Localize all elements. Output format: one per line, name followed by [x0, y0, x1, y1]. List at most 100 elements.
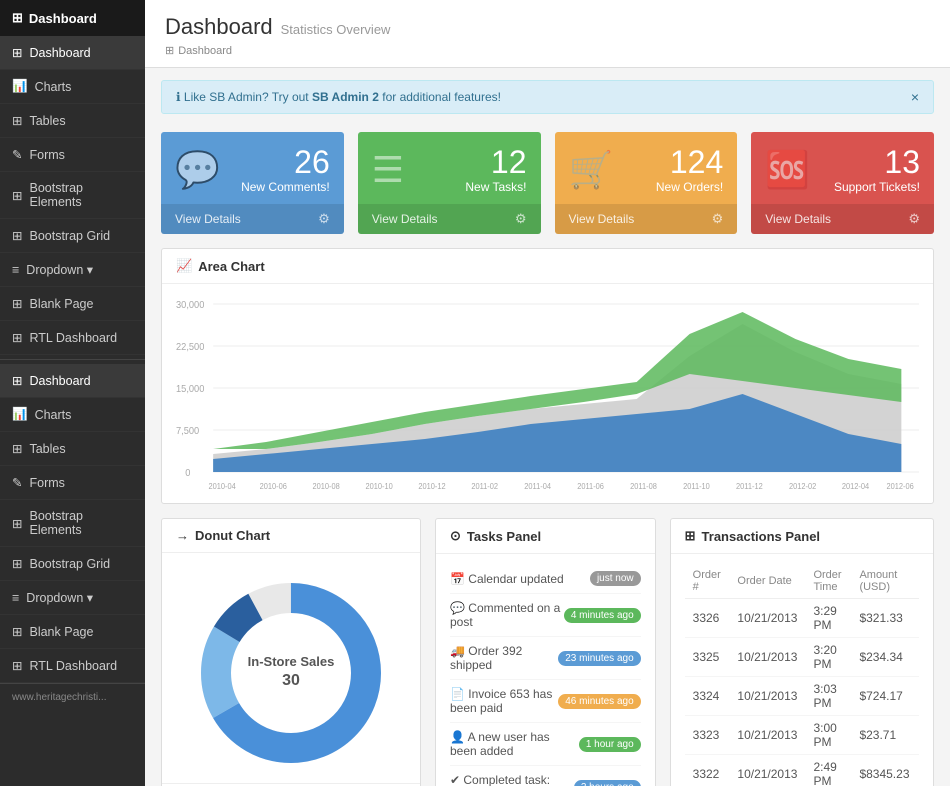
sidebar-item-tables[interactable]: ⊞Tables: [0, 104, 145, 138]
task-text-1: 💬 Commented on a post: [450, 601, 564, 629]
stat-card-bottom-3: View Details ⚙: [751, 204, 934, 234]
transactions-table-head: Order #Order DateOrder TimeAmount (USD): [685, 564, 919, 599]
stat-link-2[interactable]: View Details: [569, 212, 635, 226]
trans-cell-0-3: $321.33: [851, 599, 919, 638]
stat-gear-0[interactable]: ⚙: [318, 211, 330, 227]
stat-gear-1[interactable]: ⚙: [515, 211, 527, 227]
nav-label-b: Blank Page: [29, 625, 93, 639]
task-item-1: 💬 Commented on a post 4 minutes ago: [450, 594, 641, 637]
donut-chart-header: → Donut Chart: [162, 519, 420, 553]
stat-info-2: 124 New Orders!: [656, 146, 723, 194]
nav-icon: ≡: [12, 263, 19, 277]
transactions-icon: ⊞: [685, 528, 696, 544]
task-badge-2: 23 minutes ago: [558, 651, 640, 666]
area-chart-body: 30,000 22,500 15,000 7,500 0 2010-04 201…: [162, 284, 933, 503]
stats-row: 💬 26 New Comments! View Details ⚙ ☰ 12 N…: [145, 122, 950, 248]
sidebar-bottom-item-bootstrap-grid[interactable]: ⊞ Bootstrap Grid: [0, 547, 145, 581]
sidebar-footer: www.heritagechristi...: [0, 683, 145, 711]
task-badge-5: 2 hours ago: [574, 780, 641, 786]
alert-link[interactable]: SB Admin 2: [312, 90, 379, 104]
nav-icon-b: ⊞: [12, 658, 22, 673]
donut-svg: In-Store Sales 30: [191, 573, 391, 773]
sidebar-bottom-item-forms[interactable]: ✎Forms: [0, 466, 145, 500]
stat-number-0: 26: [241, 146, 330, 178]
stat-gear-3[interactable]: ⚙: [908, 211, 920, 227]
task-text-3: 📄 Invoice 653 has been paid: [450, 687, 558, 715]
sidebar-item-bootstrap-elements[interactable]: ⊞Bootstrap Elements: [0, 172, 145, 219]
sidebar-item-charts[interactable]: 📊Charts: [0, 70, 145, 104]
donut-chart-body: In-Store Sales 30: [162, 553, 420, 783]
sidebar-item-dashboard[interactable]: ⊞Dashboard: [0, 36, 145, 70]
stat-label-1: New Tasks!: [465, 180, 526, 194]
alert-text: ℹ Like SB Admin? Try out SB Admin 2 for …: [176, 90, 501, 104]
nav-label: Charts: [35, 80, 72, 94]
main-content: Dashboard Statistics Overview ⊞ Dashboar…: [145, 0, 950, 786]
tasks-list: 📅 Calendar updated just now 💬 Commented …: [436, 554, 655, 786]
sidebar-bottom-item-charts[interactable]: 📊Charts: [0, 398, 145, 432]
sidebar-bottom-item-bootstrap-elements[interactable]: ⊞Bootstrap Elements: [0, 500, 145, 547]
transactions-table-body: 332610/21/20133:29 PM$321.33332510/21/20…: [685, 599, 919, 786]
sidebar-item-dropdown-▾[interactable]: ≡Dropdown ▾: [0, 253, 145, 287]
breadcrumb: ⊞ Dashboard: [165, 44, 930, 57]
sidebar-bottom-item-dropdown-▾[interactable]: ≡ Dropdown ▾: [0, 581, 145, 615]
nav-icon: ⊞: [12, 228, 22, 243]
nav-label: Bootstrap Grid: [29, 229, 110, 243]
stat-card-bottom-0: View Details ⚙: [161, 204, 344, 234]
area-chart-svg: 30,000 22,500 15,000 7,500 0 2010-04 201…: [176, 294, 919, 494]
stat-icon-2: 🛒: [569, 149, 614, 191]
sidebar-bottom-item-blank-page[interactable]: ⊞Blank Page: [0, 615, 145, 649]
task-badge-1: 4 minutes ago: [564, 608, 641, 623]
nav-icon-b: ≡: [12, 591, 19, 605]
nav-icon-b: ⊞: [12, 556, 22, 571]
alert-info-icon: ℹ: [176, 90, 181, 104]
stat-link-0[interactable]: View Details: [175, 212, 241, 226]
stat-gear-2[interactable]: ⚙: [712, 211, 724, 227]
trans-cell-4-1: 10/21/2013: [729, 755, 805, 786]
sidebar-bottom-item-dashboard[interactable]: ⊞Dashboard: [0, 364, 145, 398]
nav-label: Tables: [29, 114, 65, 128]
task-badge-3: 46 minutes ago: [558, 694, 640, 709]
stat-link-3[interactable]: View Details: [765, 212, 831, 226]
trans-cell-1-0: 3325: [685, 638, 730, 677]
task-text-4: 👤 A new user has been added: [450, 730, 579, 758]
nav-label: RTL Dashboard: [29, 331, 117, 345]
sidebar: ⊞ Dashboard ⊞Dashboard📊Charts⊞Tables✎For…: [0, 0, 145, 786]
svg-text:2012-06: 2012-06: [886, 482, 913, 491]
svg-text:2011-04: 2011-04: [524, 482, 551, 491]
sidebar-item-bootstrap-grid[interactable]: ⊞ Bootstrap Grid: [0, 219, 145, 253]
task-item-3: 📄 Invoice 653 has been paid 46 minutes a…: [450, 680, 641, 723]
stat-info-0: 26 New Comments!: [241, 146, 330, 194]
stat-label-3: Support Tickets!: [834, 180, 920, 194]
trans-cell-2-0: 3324: [685, 677, 730, 716]
stat-link-1[interactable]: View Details: [372, 212, 438, 226]
stat-card-3: 🆘 13 Support Tickets! View Details ⚙: [751, 132, 934, 234]
svg-text:2010-04: 2010-04: [209, 482, 237, 491]
tasks-panel-header: ⊙ Tasks Panel: [436, 519, 655, 554]
stat-label-2: New Orders!: [656, 180, 723, 194]
transactions-panel: ⊞ Transactions Panel Order #Order DateOr…: [670, 518, 934, 786]
svg-text:30: 30: [282, 672, 300, 689]
top-bar: Dashboard Statistics Overview ⊞ Dashboar…: [145, 0, 950, 68]
sidebar-top-nav: ⊞Dashboard📊Charts⊞Tables✎Forms⊞Bootstrap…: [0, 36, 145, 355]
stat-card-top-0: 💬 26 New Comments!: [161, 132, 344, 204]
alert-close-button[interactable]: ×: [911, 89, 919, 105]
nav-label-b: Tables: [29, 442, 65, 456]
svg-text:2011-08: 2011-08: [630, 482, 657, 491]
sidebar-item-rtl-dashboard[interactable]: ⊞RTL Dashboard: [0, 321, 145, 355]
sidebar-item-blank-page[interactable]: ⊞Blank Page: [0, 287, 145, 321]
svg-text:2010-06: 2010-06: [260, 482, 287, 491]
task-text-2: 🚚 Order 392 shipped: [450, 644, 558, 672]
nav-label-b: Forms: [29, 476, 64, 490]
chart-icon: 📈: [176, 258, 192, 274]
sidebar-bottom-item-tables[interactable]: ⊞Tables: [0, 432, 145, 466]
stat-icon-3: 🆘: [765, 149, 810, 191]
sidebar-bottom-item-rtl-dashboard[interactable]: ⊞RTL Dashboard: [0, 649, 145, 683]
trans-cell-3-0: 3323: [685, 716, 730, 755]
stat-card-top-3: 🆘 13 Support Tickets!: [751, 132, 934, 204]
nav-label-b: Dropdown ▾: [26, 590, 93, 605]
nav-label-b: Bootstrap Grid: [29, 557, 110, 571]
trans-cell-3-1: 10/21/2013: [729, 716, 805, 755]
stat-card-bottom-1: View Details ⚙: [358, 204, 541, 234]
sidebar-item-forms[interactable]: ✎Forms: [0, 138, 145, 172]
nav-label-b: Bootstrap Elements: [29, 509, 133, 537]
